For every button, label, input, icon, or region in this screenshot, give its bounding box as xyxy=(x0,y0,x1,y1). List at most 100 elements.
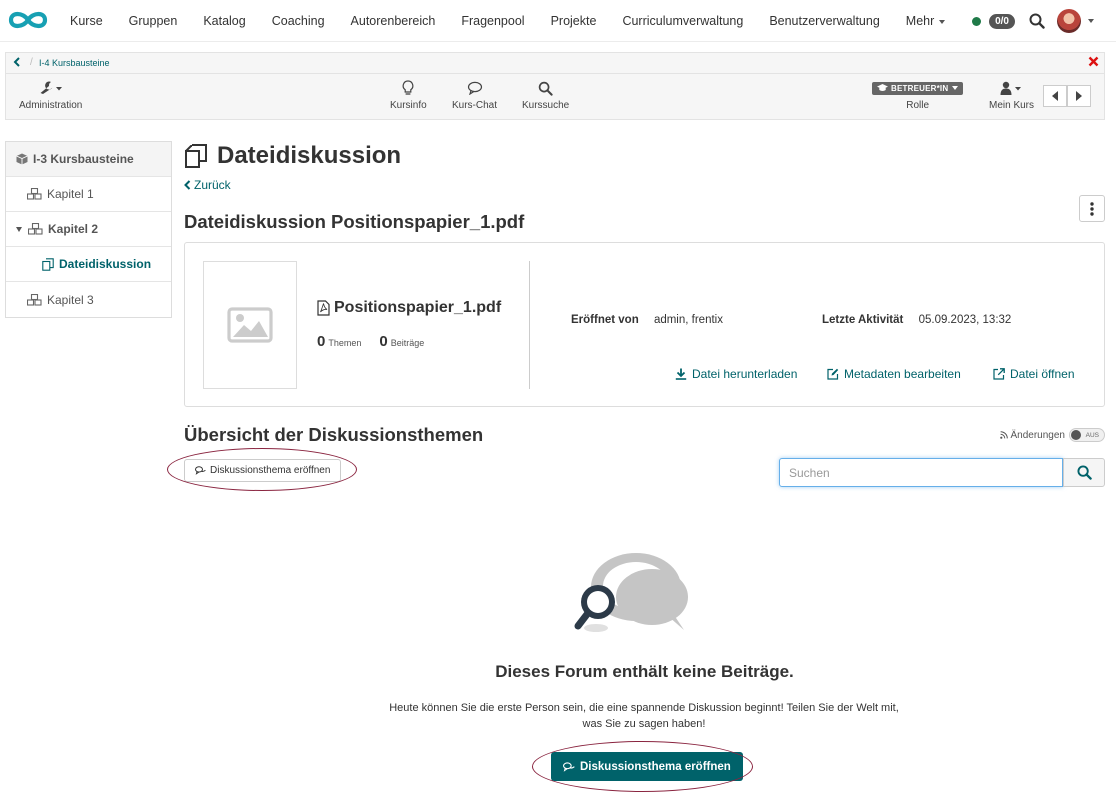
search-button[interactable] xyxy=(1063,458,1105,487)
nav-item-label: Mehr xyxy=(905,14,935,28)
role-badge[interactable]: BETREUER*IN xyxy=(872,81,964,95)
lightbulb-icon xyxy=(390,79,427,97)
menu-item-label: Kapitel 1 xyxy=(47,187,94,201)
kurs-chat-button[interactable]: Kurs-Chat xyxy=(452,79,497,111)
menu-item-kapitel-1[interactable]: Kapitel 1 xyxy=(6,177,171,212)
beitraege-count: 0 xyxy=(379,333,388,350)
back-link-label: Zurück xyxy=(194,178,231,192)
overview-title: Übersicht der Diskussionsthemen xyxy=(184,424,484,445)
chevron-left-icon[interactable] xyxy=(13,57,21,67)
new-topic-primary-button[interactable]: Diskussionsthema eröffnen xyxy=(551,752,743,781)
role-switcher[interactable]: BETREUER*IN Rolle xyxy=(872,79,964,111)
divider xyxy=(529,261,530,389)
chat-counter-badge[interactable]: 0/0 xyxy=(989,13,1015,29)
file-name[interactable]: Positionspapier_1.pdf xyxy=(317,299,501,317)
administration-label: Administration xyxy=(19,100,83,111)
open-file-link[interactable]: Datei öffnen xyxy=(993,367,1075,381)
administration-button[interactable]: Administration xyxy=(19,79,82,111)
empty-state-title: Dieses Forum enthält keine Beiträge. xyxy=(495,662,794,681)
breadcrumb: / I-4 Kursbausteine xyxy=(6,53,1104,74)
nav-coaching[interactable]: Coaching xyxy=(259,14,338,28)
nav-item-label: Curriculumverwaltung xyxy=(622,14,744,28)
empty-forum-illustration xyxy=(572,552,696,638)
file-discussion-icon xyxy=(42,257,54,271)
cube-icon xyxy=(16,153,28,165)
caret-down-icon[interactable] xyxy=(16,226,22,232)
next-button[interactable] xyxy=(1067,85,1091,107)
mein-kurs-button[interactable]: Mein Kurs xyxy=(989,79,1034,111)
more-options-button[interactable] xyxy=(1079,195,1105,222)
nav-item-label: Kurse xyxy=(70,14,103,28)
nav-curriculumverwaltung[interactable]: Curriculumverwaltung xyxy=(609,14,756,28)
nav-item-label: Katalog xyxy=(203,14,246,28)
download-file-link[interactable]: Datei herunterladen xyxy=(675,367,797,381)
file-thumbnail[interactable] xyxy=(203,261,297,389)
openolat-logo[interactable] xyxy=(6,9,50,31)
role-label: Rolle xyxy=(906,100,930,111)
nav-item-label: Autorenbereich xyxy=(350,14,436,28)
nav-benutzerverwaltung[interactable]: Benutzerverwaltung xyxy=(756,14,892,28)
nav-autorenbereich[interactable]: Autorenbereich xyxy=(338,14,449,28)
changes-label: Änderungen xyxy=(1010,429,1066,441)
back-link[interactable]: Zurück xyxy=(184,178,231,192)
breadcrumb-course[interactable]: I-4 Kursbausteine xyxy=(39,58,110,68)
opened-by: Eröffnet von admin, frentix xyxy=(571,314,723,326)
course-menu: I-3 Kursbausteine Kapitel 1 Kapitel 2 Da… xyxy=(5,141,172,318)
main-menu: Kurse Gruppen Katalog Coaching Autorenbereic… xyxy=(57,0,958,42)
breadcrumb-separator: / xyxy=(30,57,33,68)
changes-switch[interactable]: AUS xyxy=(1069,428,1105,442)
chevron-down-icon xyxy=(939,19,946,24)
external-link-icon xyxy=(993,368,1005,380)
last-activity-label: Letzte Aktivität xyxy=(822,314,904,326)
nav-fragenpool[interactable]: Fragenpool xyxy=(448,14,537,28)
menu-item-root[interactable]: I-3 Kursbausteine xyxy=(6,142,171,177)
nav-projekte[interactable]: Projekte xyxy=(538,14,610,28)
switch-state: AUS xyxy=(1085,431,1099,439)
cubes-icon xyxy=(28,223,43,235)
kurssuche-button[interactable]: Kurssuche xyxy=(522,79,569,111)
nav-mehr[interactable]: Mehr xyxy=(893,14,958,28)
close-icon[interactable] xyxy=(1088,56,1099,67)
page-title-text: Dateidiskussion xyxy=(217,142,402,169)
nav-item-label: Fragenpool xyxy=(461,14,525,28)
nav-item-label: Gruppen xyxy=(128,14,178,28)
discussion-subtitle: Dateidiskussion Positionspapier_1.pdf xyxy=(184,211,525,232)
last-activity-value: 05.09.2023, 13:32 xyxy=(918,314,1012,326)
menu-item-kapitel-2[interactable]: Kapitel 2 xyxy=(6,212,171,247)
menu-item-label: Dateidiskussion xyxy=(59,257,152,271)
nav-item-label: Coaching xyxy=(271,14,325,28)
kursinfo-button[interactable]: Kursinfo xyxy=(390,79,427,111)
online-status-icon[interactable] xyxy=(972,16,982,26)
edit-icon xyxy=(827,368,839,380)
nav-katalog[interactable]: Katalog xyxy=(190,14,258,28)
menu-item-label: Kapitel 2 xyxy=(48,222,99,236)
course-toolbar: / I-4 Kursbausteine Administration Kursi… xyxy=(5,52,1105,120)
empty-state-text: Heute können Sie die erste Person sein, … xyxy=(389,702,899,730)
last-activity: Letzte Aktivität 05.09.2023, 13:32 xyxy=(822,314,1011,326)
edit-metadata-link[interactable]: Metadaten bearbeiten xyxy=(827,367,961,381)
file-card: Positionspapier_1.pdf 0 Themen 0 Beiträg… xyxy=(184,242,1105,407)
previous-button[interactable] xyxy=(1043,85,1067,107)
user-avatar[interactable] xyxy=(1057,9,1081,33)
kurssuche-label: Kurssuche xyxy=(522,100,570,111)
menu-item-label: Kapitel 3 xyxy=(47,292,94,307)
opened-by-value: admin, frentix xyxy=(653,314,723,326)
new-topic-button[interactable]: Diskussionsthema eröffnen xyxy=(184,459,342,482)
course-pager xyxy=(1043,85,1091,107)
menu-item-kapitel-3[interactable]: Kapitel 3 xyxy=(6,282,171,317)
vertical-ellipsis-icon xyxy=(1090,201,1094,216)
nav-gruppen[interactable]: Gruppen xyxy=(116,14,191,28)
opened-by-label: Eröffnet von xyxy=(571,314,639,326)
download-icon xyxy=(675,368,687,380)
page-title: Dateidiskussion xyxy=(184,142,401,170)
search-icon xyxy=(1076,465,1092,480)
search-input[interactable] xyxy=(779,458,1063,487)
file-counts: 0 Themen 0 Beiträge xyxy=(317,333,442,350)
nav-kurse[interactable]: Kurse xyxy=(57,14,116,28)
menu-item-dateidiskussion[interactable]: Dateidiskussion xyxy=(6,247,171,282)
search-icon[interactable] xyxy=(1029,13,1045,29)
file-discussion-icon xyxy=(184,143,217,169)
changes-toggle[interactable]: Änderungen AUS xyxy=(999,428,1105,442)
chevron-down-icon[interactable] xyxy=(1088,19,1094,23)
kursinfo-label: Kursinfo xyxy=(390,100,427,111)
